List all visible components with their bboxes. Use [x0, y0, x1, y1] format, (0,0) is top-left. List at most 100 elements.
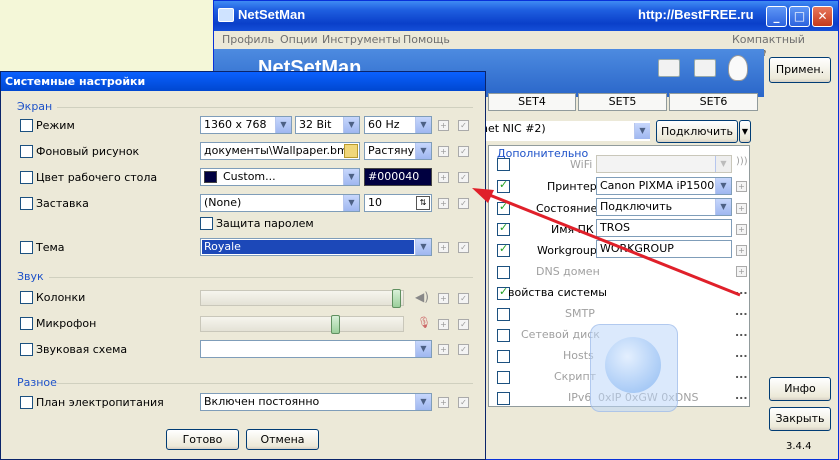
desk-color-get-icon[interactable]: + — [438, 172, 449, 183]
wallpaper-path-input[interactable]: документы\Wallpaper.bmp — [200, 142, 360, 160]
wallpaper-style-select[interactable]: Растяну ▼ — [364, 142, 432, 160]
folder-icon[interactable] — [344, 144, 358, 158]
script-checkbox[interactable] — [497, 371, 510, 384]
sound-scheme-select[interactable]: ▼ — [200, 340, 432, 358]
wallpaper-get-icon[interactable]: + — [438, 146, 449, 157]
close-button[interactable]: Закрыть — [769, 407, 831, 431]
spin-icon[interactable]: ⇅ — [416, 196, 430, 210]
speakers-slider[interactable] — [200, 289, 404, 308]
desk-color-apply-icon[interactable]: ✓ — [458, 172, 469, 183]
speakers-slider-thumb[interactable] — [392, 289, 401, 308]
screensaver-timeout[interactable]: 10 ⇅ — [364, 194, 432, 212]
wallpaper-checkbox[interactable] — [20, 145, 33, 158]
printer-action-icon[interactable]: + — [736, 181, 747, 192]
state-select[interactable]: Подключить ▼ — [596, 198, 732, 216]
password-checkbox[interactable] — [200, 217, 213, 230]
speakers-apply-icon[interactable]: ✓ — [458, 293, 469, 304]
ipv6-checkbox[interactable] — [497, 392, 510, 405]
maximize-button[interactable]: □ — [789, 6, 810, 27]
sound-scheme-get-icon[interactable]: + — [438, 344, 449, 355]
menu-options[interactable]: Опции — [280, 33, 318, 46]
wifi-checkbox[interactable] — [497, 158, 510, 171]
screensaver-checkbox[interactable] — [20, 197, 33, 210]
theme-get-icon[interactable]: + — [438, 242, 449, 253]
workgroup-input[interactable]: WORKGROUP — [596, 240, 732, 258]
menu-tools[interactable]: Инструменты — [322, 33, 401, 46]
power-plan-value: Включен постоянно — [204, 395, 320, 408]
mode-get-icon[interactable]: + — [438, 120, 449, 131]
microphone-apply-icon[interactable]: ✓ — [458, 319, 469, 330]
system-props-more-button[interactable]: ... — [735, 284, 748, 297]
desk-color-select[interactable]: Custom... ▼ — [200, 168, 360, 186]
info-button[interactable]: Инфо — [769, 377, 831, 401]
connect-dropdown-button[interactable]: ▼ — [739, 120, 751, 143]
frequency-select[interactable]: 60 Hz ▼ — [364, 116, 432, 134]
resolution-select[interactable]: 1360 x 768 ▼ — [200, 116, 292, 134]
workgroup-action-icon[interactable]: + — [736, 245, 747, 256]
hosts-checkbox[interactable] — [497, 350, 510, 363]
watermark: http://BestFREE.ru — [638, 7, 754, 22]
sound-scheme-apply-icon[interactable]: ✓ — [458, 344, 469, 355]
speakers-checkbox[interactable] — [20, 291, 33, 304]
microphone-checkbox[interactable] — [20, 317, 33, 330]
apply-button[interactable]: Примен. — [769, 57, 831, 83]
pc-name-action-icon[interactable]: + — [736, 224, 747, 235]
workgroup-checkbox[interactable] — [497, 242, 510, 257]
tab-set4[interactable]: SET4 — [488, 93, 576, 111]
microphone-slider[interactable] — [200, 315, 404, 334]
dns-domain-action-icon[interactable]: + — [736, 266, 747, 277]
connect-button[interactable]: Подключить — [656, 120, 738, 143]
mode-apply-icon[interactable]: ✓ — [458, 120, 469, 131]
microphone-slider-thumb[interactable] — [331, 315, 340, 334]
printer-select[interactable]: Canon PIXMA iP1500 ▼ — [596, 177, 732, 195]
bulb-icon[interactable] — [728, 55, 748, 81]
speakers-get-icon[interactable]: + — [438, 293, 449, 304]
tab-set6[interactable]: SET6 — [669, 93, 758, 111]
screensaver-apply-icon[interactable]: ✓ — [458, 198, 469, 209]
sound-scheme-checkbox[interactable] — [20, 343, 33, 356]
power-plan-apply-icon[interactable]: ✓ — [458, 397, 469, 408]
network-icon[interactable] — [658, 59, 680, 77]
menu-profile[interactable]: Профиль — [222, 33, 274, 46]
smtp-checkbox[interactable] — [497, 308, 510, 321]
state-checkbox[interactable] — [497, 200, 510, 215]
minimize-button[interactable]: _ — [766, 6, 787, 27]
ok-button[interactable]: Готово — [166, 429, 239, 450]
pc-name-input[interactable]: TROS — [596, 219, 732, 237]
group-divider — [49, 277, 473, 278]
bits-select[interactable]: 32 Bit ▼ — [295, 116, 360, 134]
dns-domain-checkbox[interactable] — [497, 266, 510, 279]
power-plan-select[interactable]: Включен постоянно ▼ — [200, 393, 432, 411]
screensaver-get-icon[interactable]: + — [438, 198, 449, 209]
microphone-get-icon[interactable]: + — [438, 319, 449, 330]
document-icon[interactable] — [694, 59, 716, 77]
tab-set5[interactable]: SET5 — [578, 93, 667, 111]
printer-checkbox[interactable] — [497, 178, 510, 193]
menu-help[interactable]: Помощь — [403, 33, 450, 46]
state-action-icon[interactable]: + — [736, 203, 747, 214]
pc-name-checkbox[interactable] — [497, 221, 510, 236]
cancel-button[interactable]: Отмена — [246, 429, 319, 450]
hosts-more-button[interactable]: ... — [735, 347, 748, 360]
network-drive-checkbox[interactable] — [497, 329, 510, 342]
chevron-down-icon: ▼ — [715, 199, 731, 215]
netsetman-titlebar[interactable]: NetSetMan http://BestFREE.ru _ □ ✕ — [214, 1, 838, 31]
menu-bar: Профиль Опции Инструменты Помощь Компакт… — [214, 31, 838, 59]
mode-checkbox[interactable] — [20, 119, 33, 132]
nic-select[interactable]: net NIC #2) ▼ — [478, 121, 650, 141]
screensaver-select[interactable]: (None) ▼ — [200, 194, 360, 212]
power-plan-checkbox[interactable] — [20, 396, 33, 409]
smtp-more-button[interactable]: ... — [735, 305, 748, 318]
dialog-titlebar[interactable]: Системные настройки — [1, 72, 485, 91]
network-drive-more-button[interactable]: ... — [735, 326, 748, 339]
desk-color-checkbox[interactable] — [20, 171, 33, 184]
wallpaper-apply-icon[interactable]: ✓ — [458, 146, 469, 157]
desk-color-value: Custom... — [223, 170, 276, 183]
theme-apply-icon[interactable]: ✓ — [458, 242, 469, 253]
ipv6-more-button[interactable]: ... — [735, 389, 748, 402]
theme-select[interactable]: Royale ▼ — [200, 238, 432, 256]
power-plan-get-icon[interactable]: + — [438, 397, 449, 408]
theme-checkbox[interactable] — [20, 241, 33, 254]
close-window-button[interactable]: ✕ — [812, 6, 833, 27]
script-more-button[interactable]: ... — [735, 368, 748, 381]
